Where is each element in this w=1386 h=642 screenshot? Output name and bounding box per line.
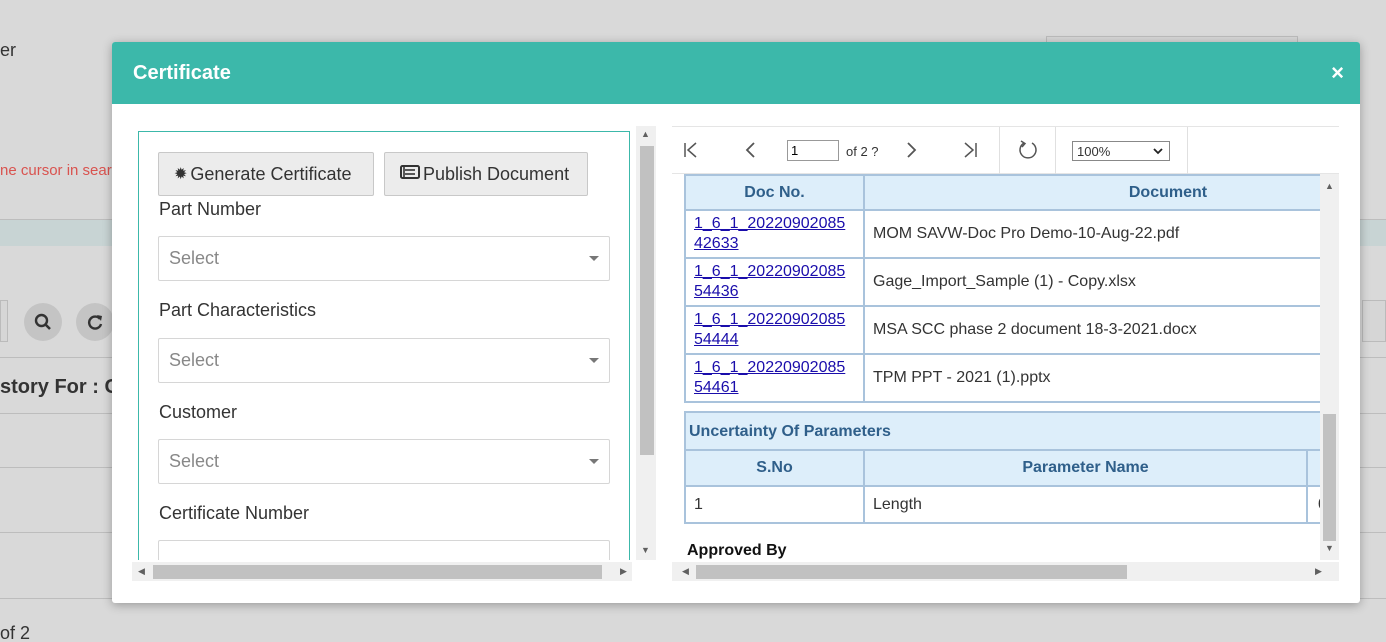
table-row: 1_6_1_20220902085 42633 bbox=[684, 209, 865, 259]
refresh-report-icon[interactable] bbox=[1015, 137, 1041, 163]
sno-cell: 1 bbox=[684, 485, 865, 524]
search-icon bbox=[24, 303, 62, 341]
doc-no-header: Doc No. bbox=[684, 174, 865, 211]
generate-certificate-button[interactable]: ✹ Generate Certificate bbox=[158, 152, 374, 196]
doc-no-link[interactable]: 1_6_1_20220902085 54436 bbox=[694, 262, 855, 302]
generate-certificate-label: Generate Certificate bbox=[190, 163, 352, 184]
certificate-number-field[interactable] bbox=[158, 540, 610, 560]
chevron-down-icon bbox=[1153, 147, 1163, 154]
modal-header: Certificate × bbox=[112, 42, 1360, 104]
background-label: er bbox=[0, 40, 17, 60]
modal-title: Certificate bbox=[133, 61, 231, 84]
document-cell: MSA SCC phase 2 document 18-3-2021.docx bbox=[863, 305, 1320, 355]
history-title: story For : G bbox=[0, 376, 121, 398]
background-hint: ne cursor in sear bbox=[0, 162, 112, 179]
background-pager: of 2 bbox=[0, 623, 31, 642]
page-count: of 2 ? bbox=[846, 144, 879, 159]
certificate-modal: Certificate × ✹ Generate Certificate Pub… bbox=[112, 42, 1360, 603]
doc-no-link[interactable]: 1_6_1_20220902085 54461 bbox=[694, 358, 855, 398]
document-cell: TPM PPT - 2021 (1).pptx bbox=[863, 353, 1320, 403]
uncertainty-title: Uncertainty Of Parameters bbox=[684, 411, 1320, 451]
page-number-input[interactable] bbox=[787, 140, 839, 161]
close-icon[interactable]: × bbox=[1331, 60, 1344, 86]
form-vertical-scrollbar[interactable]: ▲ ▼ bbox=[636, 126, 656, 560]
customer-select[interactable]: Select bbox=[158, 439, 610, 484]
document-header: Document bbox=[863, 174, 1320, 211]
gear-icon: ✹ bbox=[174, 166, 188, 183]
table-row: 1_6_1_20220902085 54444 bbox=[684, 305, 865, 355]
background-input bbox=[0, 300, 8, 342]
doc-no-link[interactable]: 1_6_1_20220902085 54444 bbox=[694, 310, 855, 350]
chevron-down-icon bbox=[589, 256, 599, 261]
publish-document-label: Publish Document bbox=[423, 163, 570, 184]
certificate-form: ✹ Generate Certificate Publish Document … bbox=[138, 131, 630, 560]
certificate-form-panel: ✹ Generate Certificate Publish Document … bbox=[132, 126, 662, 582]
certificate-number-label: Certificate Number bbox=[159, 503, 310, 523]
first-page-icon[interactable] bbox=[678, 137, 704, 163]
doc-no-link[interactable]: 1_6_1_20220902085 42633 bbox=[694, 214, 855, 254]
customer-label: Customer bbox=[159, 402, 238, 422]
document-icon bbox=[400, 164, 420, 184]
part-characteristics-value: Select bbox=[169, 350, 220, 370]
table-row: 1_6_1_20220902085 54461 bbox=[684, 353, 865, 403]
prev-page-icon[interactable] bbox=[738, 137, 764, 163]
report-vertical-scrollbar[interactable]: ▲ ▼ bbox=[1320, 174, 1339, 560]
approved-by-label: Approved By bbox=[687, 542, 787, 559]
document-cell: MOM SAVW-Doc Pro Demo-10-Aug-22.pdf bbox=[863, 209, 1320, 259]
zoom-select[interactable]: 100% bbox=[1072, 141, 1170, 161]
next-page-icon[interactable] bbox=[898, 137, 924, 163]
chevron-down-icon bbox=[589, 459, 599, 464]
sno-header: S.No bbox=[684, 449, 865, 487]
part-number-value: Select bbox=[169, 248, 220, 268]
report-horizontal-scrollbar[interactable]: ◀ ▶ bbox=[672, 562, 1339, 581]
part-number-label: Part Number bbox=[159, 199, 262, 219]
part-characteristics-label: Part Characteristics bbox=[159, 300, 317, 320]
chevron-down-icon bbox=[589, 358, 599, 363]
extra-cell: 0 bbox=[1306, 485, 1320, 524]
publish-document-button[interactable]: Publish Document bbox=[384, 152, 588, 196]
customer-value: Select bbox=[169, 451, 220, 471]
part-number-select[interactable]: Select bbox=[158, 236, 610, 281]
extra-header bbox=[1306, 449, 1320, 487]
refresh-icon bbox=[76, 303, 114, 341]
parameter-name-header: Parameter Name bbox=[863, 449, 1308, 487]
parameter-name-cell: Length bbox=[863, 485, 1308, 524]
report-viewer: of 2 ? 100% Doc No. Document 1_6_ bbox=[672, 126, 1339, 582]
report-content: Doc No. Document 1_6_1_20220902085 42633 … bbox=[672, 174, 1320, 560]
report-toolbar: of 2 ? 100% bbox=[672, 126, 1339, 174]
zoom-value: 100% bbox=[1077, 143, 1111, 159]
part-characteristics-select[interactable]: Select bbox=[158, 338, 610, 383]
last-page-icon[interactable] bbox=[957, 137, 983, 163]
table-row: 1_6_1_20220902085 54436 bbox=[684, 257, 865, 307]
document-cell: Gage_Import_Sample (1) - Copy.xlsx bbox=[863, 257, 1320, 307]
form-horizontal-scrollbar[interactable]: ◀ ▶ bbox=[132, 562, 632, 581]
